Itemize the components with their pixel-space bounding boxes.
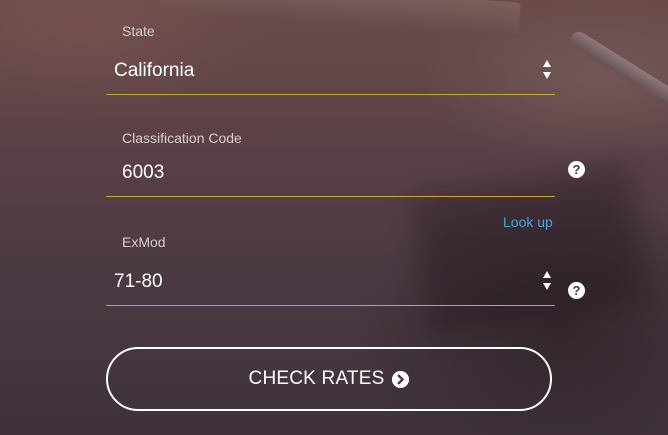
state-label: State	[122, 23, 155, 39]
exmod-select[interactable]: ExMod 71-80	[106, 225, 555, 307]
state-underline	[106, 94, 555, 95]
classification-code-field[interactable]: Classification Code 6003	[106, 120, 555, 198]
state-select[interactable]: State California	[106, 0, 555, 96]
question-circle-icon[interactable]: ?	[568, 282, 585, 299]
question-circle-icon[interactable]: ?	[568, 161, 585, 178]
state-value: California	[114, 60, 195, 81]
select-arrows-icon	[543, 60, 551, 79]
exmod-value: 71-80	[114, 271, 163, 292]
exmod-label: ExMod	[122, 234, 166, 250]
classification-code-value: 6003	[122, 162, 165, 183]
exmod-underline	[106, 305, 555, 306]
classification-underline	[106, 196, 555, 197]
check-rates-button[interactable]: CHECK RATES	[106, 347, 552, 411]
classification-code-label: Classification Code	[122, 130, 242, 146]
select-arrows-icon	[543, 271, 551, 290]
check-rates-label: CHECK RATES	[248, 368, 385, 389]
arrow-circle-right-icon	[392, 370, 410, 388]
background-pen	[567, 28, 668, 128]
